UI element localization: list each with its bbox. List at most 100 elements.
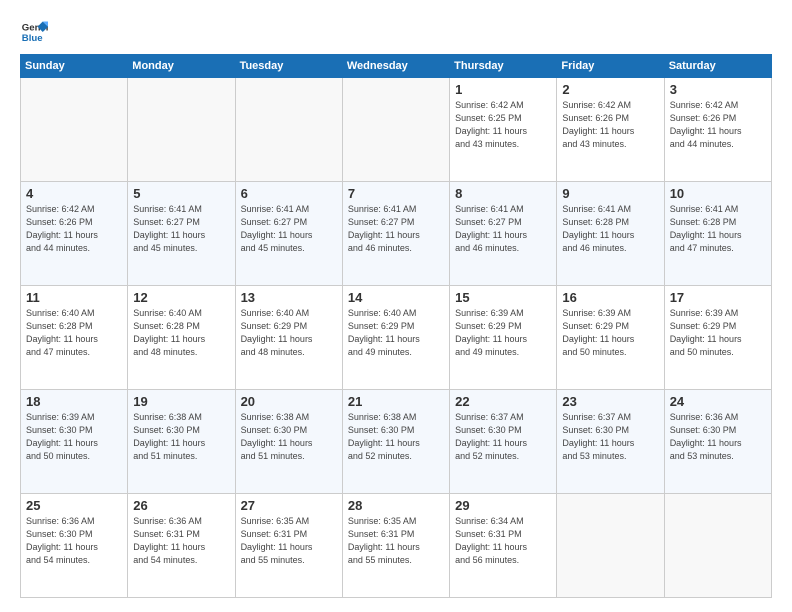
day-cell: 20 Sunrise: 6:38 AM Sunset: 6:30 PM Dayli…: [235, 390, 342, 494]
day-number: 24: [670, 394, 766, 409]
day-number: 13: [241, 290, 337, 305]
day-number: 27: [241, 498, 337, 513]
day-info: Sunrise: 6:35 AM Sunset: 6:31 PM Dayligh…: [241, 515, 337, 567]
day-info: Sunrise: 6:42 AM Sunset: 6:26 PM Dayligh…: [670, 99, 766, 151]
day-number: 29: [455, 498, 551, 513]
calendar-table: SundayMondayTuesdayWednesdayThursdayFrid…: [20, 54, 772, 598]
day-cell: 21 Sunrise: 6:38 AM Sunset: 6:30 PM Dayli…: [342, 390, 449, 494]
day-number: 7: [348, 186, 444, 201]
day-info: Sunrise: 6:41 AM Sunset: 6:27 PM Dayligh…: [241, 203, 337, 255]
day-cell: 4 Sunrise: 6:42 AM Sunset: 6:26 PM Daylig…: [21, 182, 128, 286]
day-cell: 12 Sunrise: 6:40 AM Sunset: 6:28 PM Dayli…: [128, 286, 235, 390]
day-number: 1: [455, 82, 551, 97]
day-number: 17: [670, 290, 766, 305]
day-cell: 19Sunrise: 6:38 AM Sunset: 6:30 PM Dayli…: [128, 390, 235, 494]
logo-icon: General Blue: [20, 18, 48, 46]
day-info: Sunrise: 6:38 AM Sunset: 6:30 PM Dayligh…: [241, 411, 337, 463]
day-cell: 15 Sunrise: 6:39 AM Sunset: 6:29 PM Dayli…: [450, 286, 557, 390]
header-cell-tuesday: Tuesday: [235, 55, 342, 78]
day-info: Sunrise: 6:34 AM Sunset: 6:31 PM Dayligh…: [455, 515, 551, 567]
day-info: Sunrise: 6:41 AM Sunset: 6:28 PM Dayligh…: [562, 203, 658, 255]
day-number: 20: [241, 394, 337, 409]
header-cell-sunday: Sunday: [21, 55, 128, 78]
day-info: Sunrise: 6:36 AM Sunset: 6:31 PM Dayligh…: [133, 515, 229, 567]
day-info: Sunrise: 6:36 AM Sunset: 6:30 PM Dayligh…: [26, 515, 122, 567]
day-cell: 10 Sunrise: 6:41 AM Sunset: 6:28 PM Dayli…: [664, 182, 771, 286]
calendar-page: General Blue SundayMondayTuesdayWednesda…: [0, 0, 792, 612]
day-info: Sunrise: 6:42 AM Sunset: 6:26 PM Dayligh…: [26, 203, 122, 255]
day-info: Sunrise: 6:41 AM Sunset: 6:28 PM Dayligh…: [670, 203, 766, 255]
day-cell: 3Sunrise: 6:42 AM Sunset: 6:26 PM Daylig…: [664, 78, 771, 182]
header-row: SundayMondayTuesdayWednesdayThursdayFrid…: [21, 55, 772, 78]
day-number: 11: [26, 290, 122, 305]
day-cell: 16 Sunrise: 6:39 AM Sunset: 6:29 PM Dayli…: [557, 286, 664, 390]
day-number: 6: [241, 186, 337, 201]
day-cell: 1 Sunrise: 6:42 AM Sunset: 6:25 PM Daylig…: [450, 78, 557, 182]
day-cell: [664, 494, 771, 598]
day-cell: 28 Sunrise: 6:35 AM Sunset: 6:31 PM Dayli…: [342, 494, 449, 598]
day-cell: 14 Sunrise: 6:40 AM Sunset: 6:29 PM Dayli…: [342, 286, 449, 390]
day-cell: 27 Sunrise: 6:35 AM Sunset: 6:31 PM Dayli…: [235, 494, 342, 598]
day-info: Sunrise: 6:39 AM Sunset: 6:29 PM Dayligh…: [670, 307, 766, 359]
day-cell: [235, 78, 342, 182]
day-number: 28: [348, 498, 444, 513]
day-info: Sunrise: 6:40 AM Sunset: 6:29 PM Dayligh…: [348, 307, 444, 359]
header-cell-saturday: Saturday: [664, 55, 771, 78]
header-cell-thursday: Thursday: [450, 55, 557, 78]
day-number: 18: [26, 394, 122, 409]
day-info: Sunrise: 6:40 AM Sunset: 6:28 PM Dayligh…: [26, 307, 122, 359]
day-cell: 13Sunrise: 6:40 AM Sunset: 6:29 PM Dayli…: [235, 286, 342, 390]
day-cell: 29 Sunrise: 6:34 AM Sunset: 6:31 PM Dayli…: [450, 494, 557, 598]
day-info: Sunrise: 6:39 AM Sunset: 6:29 PM Dayligh…: [455, 307, 551, 359]
day-cell: 8 Sunrise: 6:41 AM Sunset: 6:27 PM Daylig…: [450, 182, 557, 286]
day-cell: 18Sunrise: 6:39 AM Sunset: 6:30 PM Dayli…: [21, 390, 128, 494]
week-row-1: 1 Sunrise: 6:42 AM Sunset: 6:25 PM Daylig…: [21, 78, 772, 182]
day-info: Sunrise: 6:42 AM Sunset: 6:26 PM Dayligh…: [562, 99, 658, 151]
day-cell: [557, 494, 664, 598]
day-cell: 25 Sunrise: 6:36 AM Sunset: 6:30 PM Dayli…: [21, 494, 128, 598]
day-number: 12: [133, 290, 229, 305]
day-cell: 7 Sunrise: 6:41 AM Sunset: 6:27 PM Daylig…: [342, 182, 449, 286]
day-number: 22: [455, 394, 551, 409]
week-row-4: 18Sunrise: 6:39 AM Sunset: 6:30 PM Dayli…: [21, 390, 772, 494]
day-number: 5: [133, 186, 229, 201]
day-cell: 2 Sunrise: 6:42 AM Sunset: 6:26 PM Daylig…: [557, 78, 664, 182]
week-row-5: 25 Sunrise: 6:36 AM Sunset: 6:30 PM Dayli…: [21, 494, 772, 598]
day-info: Sunrise: 6:41 AM Sunset: 6:27 PM Dayligh…: [133, 203, 229, 255]
day-cell: 22 Sunrise: 6:37 AM Sunset: 6:30 PM Dayli…: [450, 390, 557, 494]
day-info: Sunrise: 6:42 AM Sunset: 6:25 PM Dayligh…: [455, 99, 551, 151]
day-cell: 17 Sunrise: 6:39 AM Sunset: 6:29 PM Dayli…: [664, 286, 771, 390]
day-number: 14: [348, 290, 444, 305]
day-cell: [21, 78, 128, 182]
day-number: 26: [133, 498, 229, 513]
day-cell: [342, 78, 449, 182]
header-cell-friday: Friday: [557, 55, 664, 78]
day-cell: 5 Sunrise: 6:41 AM Sunset: 6:27 PM Daylig…: [128, 182, 235, 286]
day-number: 2: [562, 82, 658, 97]
day-number: 10: [670, 186, 766, 201]
header-cell-monday: Monday: [128, 55, 235, 78]
day-number: 16: [562, 290, 658, 305]
day-info: Sunrise: 6:41 AM Sunset: 6:27 PM Dayligh…: [455, 203, 551, 255]
day-info: Sunrise: 6:38 AM Sunset: 6:30 PM Dayligh…: [348, 411, 444, 463]
day-info: Sunrise: 6:40 AM Sunset: 6:28 PM Dayligh…: [133, 307, 229, 359]
day-number: 25: [26, 498, 122, 513]
day-info: Sunrise: 6:39 AM Sunset: 6:29 PM Dayligh…: [562, 307, 658, 359]
day-number: 23: [562, 394, 658, 409]
day-number: 15: [455, 290, 551, 305]
header: General Blue: [20, 18, 772, 46]
day-info: Sunrise: 6:38 AM Sunset: 6:30 PM Dayligh…: [133, 411, 229, 463]
day-cell: 24Sunrise: 6:36 AM Sunset: 6:30 PM Dayli…: [664, 390, 771, 494]
day-info: Sunrise: 6:37 AM Sunset: 6:30 PM Dayligh…: [455, 411, 551, 463]
day-info: Sunrise: 6:41 AM Sunset: 6:27 PM Dayligh…: [348, 203, 444, 255]
week-row-3: 11 Sunrise: 6:40 AM Sunset: 6:28 PM Dayli…: [21, 286, 772, 390]
day-info: Sunrise: 6:35 AM Sunset: 6:31 PM Dayligh…: [348, 515, 444, 567]
day-number: 4: [26, 186, 122, 201]
week-row-2: 4 Sunrise: 6:42 AM Sunset: 6:26 PM Daylig…: [21, 182, 772, 286]
svg-text:Blue: Blue: [22, 33, 43, 44]
day-cell: 6 Sunrise: 6:41 AM Sunset: 6:27 PM Daylig…: [235, 182, 342, 286]
day-cell: 9 Sunrise: 6:41 AM Sunset: 6:28 PM Daylig…: [557, 182, 664, 286]
day-number: 8: [455, 186, 551, 201]
day-number: 9: [562, 186, 658, 201]
day-number: 21: [348, 394, 444, 409]
